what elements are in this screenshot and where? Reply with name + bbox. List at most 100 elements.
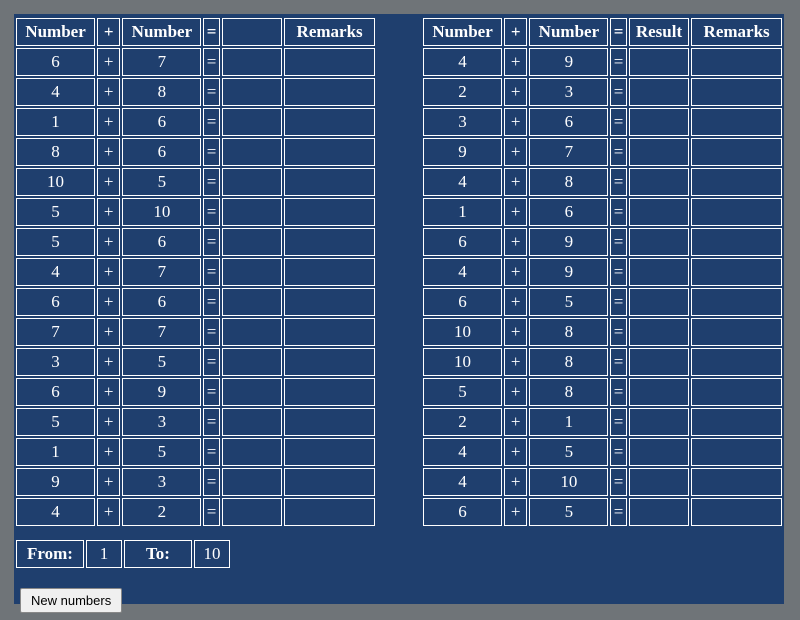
cell-result[interactable]: [222, 378, 282, 406]
cell-number-a: 8: [16, 138, 95, 166]
cell-remarks[interactable]: [691, 468, 782, 496]
cell-operator: +: [504, 348, 527, 376]
cell-result[interactable]: [222, 408, 282, 436]
cell-equals: =: [203, 498, 219, 526]
table-row: 9+3=: [16, 468, 375, 496]
cell-remarks[interactable]: [284, 348, 375, 376]
cell-operator: +: [97, 228, 120, 256]
cell-remarks[interactable]: [691, 318, 782, 346]
cell-result[interactable]: [222, 138, 282, 166]
cell-number-b: 5: [122, 348, 201, 376]
cell-result[interactable]: [629, 438, 689, 466]
cell-result[interactable]: [222, 108, 282, 136]
cell-remarks[interactable]: [691, 438, 782, 466]
cell-remarks[interactable]: [691, 48, 782, 76]
cell-result[interactable]: [629, 408, 689, 436]
cell-result[interactable]: [222, 168, 282, 196]
cell-remarks[interactable]: [691, 198, 782, 226]
cell-operator: +: [97, 438, 120, 466]
cell-operator: +: [97, 138, 120, 166]
cell-equals: =: [203, 438, 219, 466]
cell-operator: +: [504, 378, 527, 406]
cell-equals: =: [610, 48, 626, 76]
col-header-plus: +: [504, 18, 527, 46]
cell-remarks[interactable]: [284, 468, 375, 496]
cell-remarks[interactable]: [284, 498, 375, 526]
cell-equals: =: [610, 408, 626, 436]
cell-remarks[interactable]: [284, 288, 375, 316]
cell-result[interactable]: [222, 318, 282, 346]
cell-remarks[interactable]: [284, 378, 375, 406]
cell-number-b: 9: [529, 48, 608, 76]
cell-remarks[interactable]: [691, 228, 782, 256]
cell-result[interactable]: [222, 198, 282, 226]
cell-result[interactable]: [629, 348, 689, 376]
cell-equals: =: [610, 468, 626, 496]
cell-remarks[interactable]: [691, 408, 782, 436]
cell-number-b: 6: [529, 108, 608, 136]
cell-result[interactable]: [629, 468, 689, 496]
button-row: New numbers: [20, 588, 784, 613]
cell-equals: =: [203, 48, 219, 76]
cell-number-b: 6: [122, 288, 201, 316]
cell-result[interactable]: [629, 288, 689, 316]
cell-result[interactable]: [629, 168, 689, 196]
cell-remarks[interactable]: [284, 168, 375, 196]
cell-result[interactable]: [222, 228, 282, 256]
table-row: 6+9=: [16, 378, 375, 406]
cell-result[interactable]: [222, 468, 282, 496]
cell-result[interactable]: [222, 498, 282, 526]
cell-remarks[interactable]: [284, 138, 375, 166]
cell-result[interactable]: [629, 78, 689, 106]
cell-remarks[interactable]: [284, 258, 375, 286]
table-row: 1+5=: [16, 438, 375, 466]
cell-result[interactable]: [629, 108, 689, 136]
cell-remarks[interactable]: [284, 438, 375, 466]
table-row: 6+5=: [423, 498, 782, 526]
cell-remarks[interactable]: [284, 198, 375, 226]
cell-remarks[interactable]: [284, 408, 375, 436]
cell-result[interactable]: [629, 318, 689, 346]
cell-remarks[interactable]: [691, 138, 782, 166]
cell-operator: +: [504, 228, 527, 256]
cell-operator: +: [504, 408, 527, 436]
cell-number-a: 4: [16, 258, 95, 286]
cell-result[interactable]: [222, 348, 282, 376]
cell-result[interactable]: [629, 498, 689, 526]
cell-remarks[interactable]: [691, 108, 782, 136]
new-numbers-button[interactable]: New numbers: [20, 588, 122, 613]
cell-result[interactable]: [629, 138, 689, 166]
cell-remarks[interactable]: [284, 228, 375, 256]
range-to-value[interactable]: 10: [194, 540, 230, 568]
cell-operator: +: [504, 438, 527, 466]
cell-remarks[interactable]: [691, 258, 782, 286]
cell-result[interactable]: [222, 438, 282, 466]
cell-result[interactable]: [222, 258, 282, 286]
cell-result[interactable]: [629, 48, 689, 76]
cell-remarks[interactable]: [691, 168, 782, 196]
cell-remarks[interactable]: [691, 348, 782, 376]
cell-remarks[interactable]: [691, 288, 782, 316]
cell-remarks[interactable]: [691, 498, 782, 526]
cell-result[interactable]: [222, 78, 282, 106]
cell-remarks[interactable]: [284, 318, 375, 346]
cell-number-b: 3: [122, 468, 201, 496]
cell-result[interactable]: [629, 378, 689, 406]
cell-number-a: 5: [423, 378, 502, 406]
cell-equals: =: [610, 228, 626, 256]
cell-result[interactable]: [222, 288, 282, 316]
cell-remarks[interactable]: [284, 108, 375, 136]
cell-number-a: 4: [16, 498, 95, 526]
cell-number-a: 2: [423, 408, 502, 436]
cell-result[interactable]: [222, 48, 282, 76]
cell-result[interactable]: [629, 198, 689, 226]
worksheet-panel: Number + Number = Remarks 6+7=4+8=1+6=8+…: [14, 14, 784, 604]
cell-remarks[interactable]: [284, 48, 375, 76]
cell-result[interactable]: [629, 228, 689, 256]
range-from-value[interactable]: 1: [86, 540, 122, 568]
cell-remarks[interactable]: [691, 78, 782, 106]
cell-number-b: 10: [529, 468, 608, 496]
cell-remarks[interactable]: [691, 378, 782, 406]
cell-result[interactable]: [629, 258, 689, 286]
cell-remarks[interactable]: [284, 78, 375, 106]
